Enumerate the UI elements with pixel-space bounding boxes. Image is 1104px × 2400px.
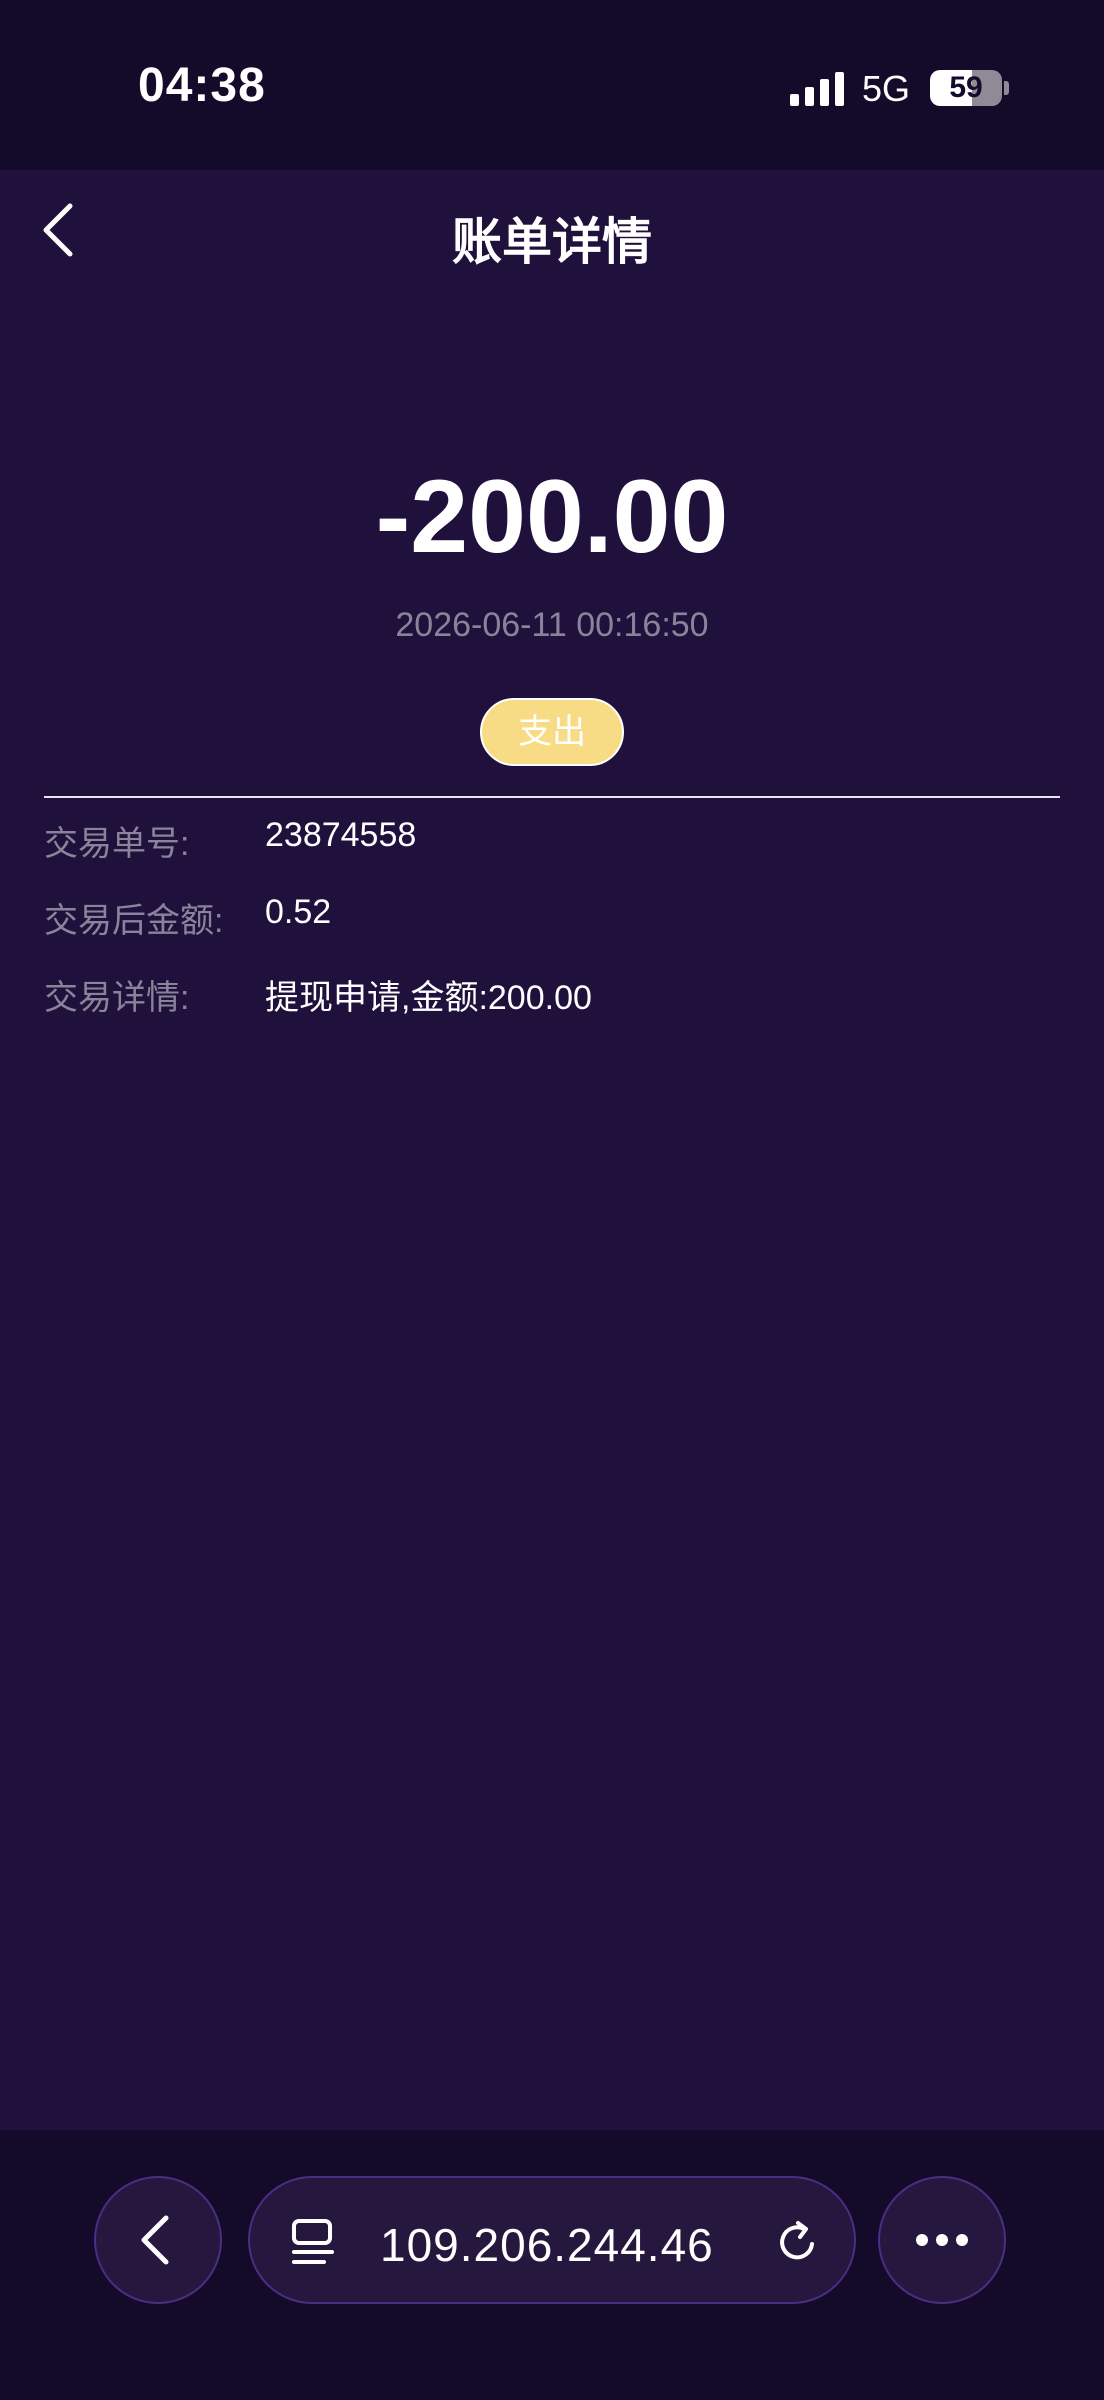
tabs-list-icon[interactable]: [290, 2218, 336, 2266]
page-title: 账单详情: [452, 214, 652, 270]
transaction-amount: -200.00: [375, 459, 729, 575]
detail-label: 交易后金额:: [44, 902, 224, 940]
network-type: 5G: [862, 68, 911, 109]
chevron-left-icon: [141, 2215, 169, 2265]
detail-row-description: 交易详情: 提现申请,金额:200.00: [44, 970, 1060, 1030]
bill-detail-screen: 04:38 5G 59 账单详情 -200.00 2026-06-11 00:1…: [0, 0, 1104, 2400]
detail-label: 交易单号:: [44, 825, 190, 863]
browser-toolbar: 109.206.244.46: [0, 2130, 1104, 2400]
nav-bar: 账单详情: [0, 170, 1104, 300]
signal-bars-icon: [790, 72, 844, 106]
reload-icon[interactable]: [774, 2218, 822, 2266]
browser-more-button[interactable]: [878, 2176, 1006, 2304]
battery-tip: [1004, 81, 1009, 95]
transaction-type-badge: 支出: [480, 698, 624, 766]
detail-value: 0.52: [265, 893, 332, 931]
detail-row-order-number: 交易单号: 23874558: [44, 816, 1060, 876]
detail-value: 23874558: [265, 816, 417, 854]
detail-row-balance-after: 交易后金额: 0.52: [44, 893, 1060, 953]
browser-back-button[interactable]: [94, 2176, 222, 2304]
detail-value: 提现申请,金额:200.00: [265, 979, 592, 1017]
battery-percentage: 59: [949, 71, 983, 104]
address-url[interactable]: 109.206.244.46: [380, 2218, 714, 2272]
transaction-datetime: 2026-06-11 00:16:50: [395, 606, 709, 644]
more-dots-icon: [916, 2234, 968, 2246]
divider: [44, 796, 1060, 798]
address-bar[interactable]: 109.206.244.46: [248, 2176, 856, 2304]
status-bar: 04:38 5G 59: [0, 0, 1104, 170]
status-time: 04:38: [138, 59, 266, 112]
battery-icon: 59: [930, 70, 1002, 106]
detail-label: 交易详情:: [44, 979, 190, 1017]
